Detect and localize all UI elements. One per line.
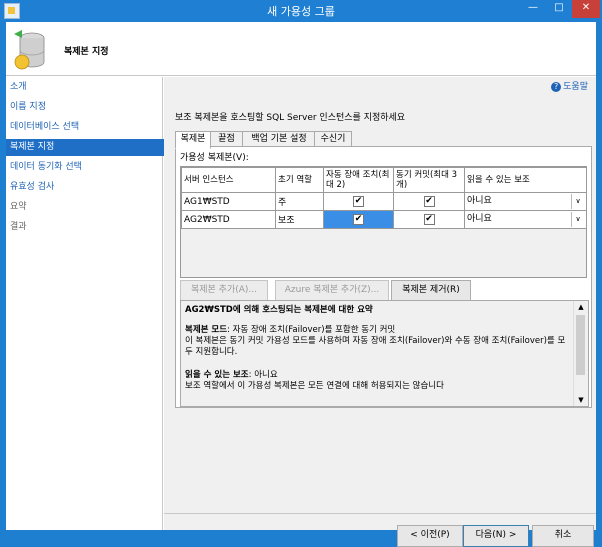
summary-heading: AG2₩STD에 의해 호스팅되는 복제본에 대한 요약 <box>185 305 373 315</box>
scrollbar-thumb[interactable] <box>576 315 585 375</box>
chevron-down-icon[interactable]: ∨ <box>571 212 584 227</box>
remove-replica-button[interactable]: 복제본 제거(R) <box>391 280 471 302</box>
server-instance-cell[interactable]: AG1₩STD <box>181 192 276 211</box>
chevron-down-icon[interactable]: ∨ <box>571 194 584 209</box>
scroll-up-icon[interactable]: ▲ <box>574 301 588 313</box>
server-instance-cell[interactable]: AG2₩STD <box>181 210 276 229</box>
availability-replicas-label: 가용성 복제본(V): <box>180 153 249 163</box>
table-row[interactable]: AG2₩STD 보조 ✔ ✔ 아니요 ∨ <box>181 210 587 229</box>
column-header-server-instance[interactable]: 서버 인스턴스 <box>181 167 276 193</box>
next-button[interactable]: 다음(N) > <box>463 525 529 547</box>
add-azure-replica-button[interactable]: Azure 복제본 추가(Z)... <box>275 280 389 302</box>
auto-failover-cell[interactable]: ✔ <box>323 210 394 229</box>
cancel-button[interactable]: 취소 <box>532 525 594 547</box>
readable-secondary-cell[interactable]: 아니요 ∨ <box>464 210 587 229</box>
readable-secondary-summary-value: : 아니요 <box>248 370 278 380</box>
readable-secondary-value: 아니요 <box>467 196 492 206</box>
replica-mode-value: : 자동 장애 조치(Failover)를 포함한 동기 커밋 <box>227 325 396 335</box>
sidebar-item-data-sync[interactable]: 데이터 동기화 선택 <box>6 159 167 176</box>
close-button[interactable]: ✕ <box>572 0 600 18</box>
readable-secondary-value: 아니요 <box>467 214 492 224</box>
column-header-auto-failover[interactable]: 자동 장애 조치(최대 2) <box>323 167 394 193</box>
readable-secondary-dropdown[interactable]: 아니요 ∨ <box>467 194 584 209</box>
sidebar-item-results: 결과 <box>10 222 27 232</box>
page-header: 복제본 지정 <box>6 22 596 76</box>
footer-divider <box>164 513 596 514</box>
replicas-tab-panel: 가용성 복제본(V): 서버 인스턴스 초기 역할 자동 장애 조치(최대 2)… <box>175 146 592 408</box>
instruction-text: 보조 복제본을 호스팅할 SQL Server 인스턴스를 지정하세요 <box>175 113 406 123</box>
sync-commit-cell[interactable]: ✔ <box>393 192 465 211</box>
sidebar-item-name[interactable]: 이름 지정 <box>6 99 167 116</box>
initial-role-cell: 주 <box>275 192 324 211</box>
column-header-readable-secondary[interactable]: 읽을 수 있는 보조 <box>464 167 587 193</box>
replica-summary: AG2₩STD에 의해 호스팅되는 복제본에 대한 요약 복제본 모드: 자동 … <box>180 300 589 407</box>
help-link[interactable]: ? 도움말 <box>551 79 588 92</box>
sync-commit-cell[interactable]: ✔ <box>393 210 465 229</box>
window-title: 새 가용성 그룹 <box>267 5 335 18</box>
sidebar-item-specify-replicas[interactable]: 복제본 지정 <box>6 139 167 156</box>
readable-secondary-dropdown[interactable]: 아니요 ∨ <box>467 212 584 227</box>
summary-scrollbar[interactable]: ▲ ▼ <box>573 301 588 406</box>
help-label: 도움말 <box>563 82 588 92</box>
auto-failover-checkbox[interactable]: ✔ <box>353 214 364 225</box>
readable-secondary-cell[interactable]: 아니요 ∨ <box>464 192 587 211</box>
help-icon: ? <box>551 82 562 92</box>
maximize-button[interactable]: □ <box>546 0 572 18</box>
replicas-grid: 서버 인스턴스 초기 역할 자동 장애 조치(최대 2) 동기 커밋(최대 3개… <box>180 166 587 278</box>
initial-role-cell: 보조 <box>275 210 324 229</box>
replica-mode-label: 복제본 모드 <box>185 325 228 335</box>
wizard-sidebar: 소개 이름 지정 데이터베이스 선택 복제본 지정 데이터 동기화 선택 유효성… <box>6 77 167 530</box>
sync-commit-checkbox[interactable]: ✔ <box>423 214 435 225</box>
column-header-initial-role[interactable]: 초기 역할 <box>275 167 324 193</box>
sidebar-item-validation[interactable]: 유효성 검사 <box>6 179 167 196</box>
replica-mode-description: 이 복제본은 동기 커밋 가용성 모드를 사용하며 자동 장애 조치(Failo… <box>185 336 566 357</box>
sync-commit-checkbox[interactable]: ✔ <box>423 196 435 207</box>
tab-replicas[interactable]: 복제본 <box>175 131 211 149</box>
page-title: 복제본 지정 <box>64 47 109 57</box>
sidebar-item-summary: 요약 <box>10 202 27 212</box>
readable-secondary-label: 읽을 수 있는 보조 <box>185 370 249 380</box>
sidebar-item-select-databases[interactable]: 데이터베이스 선택 <box>6 119 167 136</box>
auto-failover-cell[interactable]: ✔ <box>323 192 394 211</box>
previous-button[interactable]: < 이전(P) <box>397 525 463 547</box>
grid-header-row: 서버 인스턴스 초기 역할 자동 장애 조치(최대 2) 동기 커밋(최대 3개… <box>181 167 587 193</box>
readable-secondary-description: 보조 역할에서 이 가용성 복제본은 모든 연결에 대해 허용되지는 않습니다 <box>185 381 444 391</box>
main-panel: ? 도움말 보조 복제본을 호스팅할 SQL Server 인스턴스를 지정하세요… <box>164 77 596 547</box>
title-bar: 새 가용성 그룹 — □ ✕ <box>0 0 602 22</box>
minimize-button[interactable]: — <box>520 0 546 18</box>
database-icon <box>14 30 45 70</box>
auto-failover-checkbox[interactable]: ✔ <box>353 196 364 207</box>
column-header-sync-commit[interactable]: 동기 커밋(최대 3개) <box>393 167 465 193</box>
dialog-client: 복제본 지정 소개 이름 지정 데이터베이스 선택 복제본 지정 데이터 동기화… <box>6 22 596 547</box>
table-row[interactable]: AG1₩STD 주 ✔ ✔ 아니요 ∨ <box>181 192 587 211</box>
sidebar-item-intro[interactable]: 소개 <box>6 79 167 96</box>
scroll-down-icon[interactable]: ▼ <box>574 394 588 406</box>
add-replica-button[interactable]: 복제본 추가(A)... <box>180 280 268 302</box>
